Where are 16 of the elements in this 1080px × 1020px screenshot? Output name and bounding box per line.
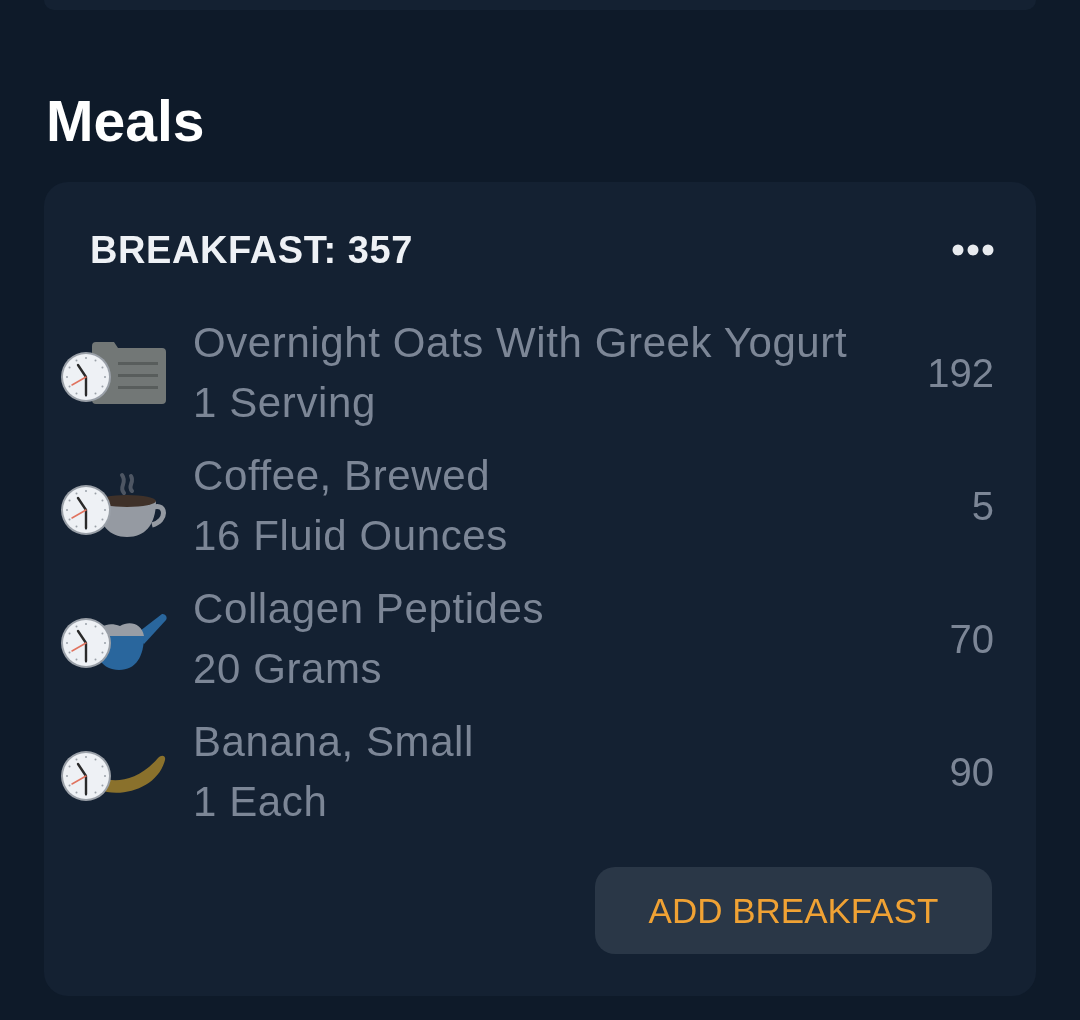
more-icon[interactable] <box>952 244 994 256</box>
food-name: Collagen Peptides <box>193 584 546 634</box>
add-breakfast-button[interactable]: ADD BREAKFAST <box>595 867 992 954</box>
food-name: Banana, Small <box>193 717 475 767</box>
food-name: Overnight Oats With Greek Yogurt <box>193 318 849 368</box>
calorie-count: 192 <box>927 350 994 397</box>
calorie-count: 90 <box>949 749 994 796</box>
meal-title: BREAKFAST: 357 <box>90 228 414 273</box>
section-title: Meals <box>46 88 206 154</box>
serving-size: 20 Grams <box>193 644 384 694</box>
food-name: Coffee, Brewed <box>193 451 492 501</box>
serving-size: 1 Each <box>193 777 329 827</box>
serving-size: 16 Fluid Ounces <box>193 511 509 561</box>
serving-size: 1 Serving <box>193 378 377 428</box>
calorie-count: 5 <box>971 483 994 530</box>
calorie-count: 70 <box>949 616 994 663</box>
